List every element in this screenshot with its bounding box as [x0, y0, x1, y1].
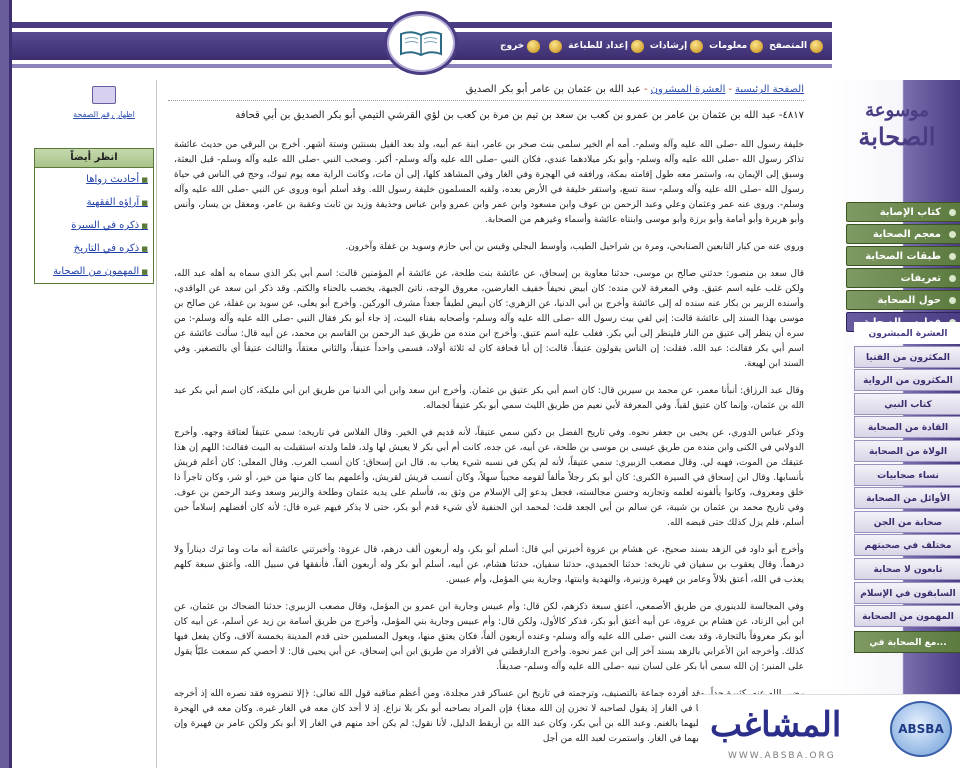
header-stripe-lower [12, 64, 960, 68]
blank-icon [549, 39, 563, 53]
toolbar-label: إرشادات [649, 41, 688, 51]
see-also-history[interactable]: ذكره في التاريخ [35, 237, 153, 260]
banner-logo-text: المشاغب [710, 705, 842, 745]
see-also-important[interactable]: المهمون من الصحابة [35, 260, 153, 283]
nav-item-isaba[interactable]: كتاب الإصابة [846, 202, 960, 222]
browser-icon [810, 39, 824, 53]
article-body: خليفة رسول الله -صلى الله عليه وآله وسلم… [174, 138, 804, 759]
breadcrumb: الصفحة الرئيسية-العشرة المبشرون-عبد الله… [168, 84, 804, 95]
article-paragraph: وفي المجالسة للدينوري من طريق الأصمعي، أ… [174, 602, 804, 672]
breadcrumb-divider [168, 100, 804, 102]
subnav-item[interactable]: المكثرون من الرواية [854, 369, 960, 392]
see-also-box: انظر أيضاً أحاديث رواها آراؤه الفقهية ذك… [34, 148, 154, 284]
entry-title: ٤٨١٧- عبد الله بن عثمان بن عامر بن عمرو … [235, 110, 804, 121]
banner-url: WWW.ABSBA.ORG [728, 751, 836, 761]
subnav-item[interactable]: نساء صحابيات [854, 463, 960, 486]
subnav-item[interactable]: كتاب النبي [854, 392, 960, 415]
toolbar-guide[interactable]: إرشادات [649, 39, 704, 53]
article-paragraph: قال سعد بن منصور: حدثني صالح بن موسى، حد… [174, 269, 804, 369]
see-also-seerah[interactable]: ذكره في السيرة [35, 214, 153, 237]
subnav-item[interactable]: الأوائل من الصحابة [854, 487, 960, 510]
exit-icon [527, 39, 541, 53]
article-paragraph: خليفة رسول الله -صلى الله عليه وآله وسلم… [174, 140, 804, 225]
toolbar: المتصفح معلومات إرشادات إعداد للطباعة خر… [500, 36, 824, 56]
breadcrumb-current: عبد الله بن عثمان بن عامر أبو بكر الصديق [465, 84, 642, 95]
right-panel-top [832, 0, 960, 80]
toolbar-browser[interactable]: المتصفح [769, 39, 824, 53]
nav-item-definitions[interactable]: تعريفات [846, 268, 960, 288]
article-paragraph: وأخرج أبو داود في الزهد بسند صحيح، عن هش… [174, 545, 804, 585]
show-page-number-label[interactable]: اظهار رقم الصفحة [62, 110, 146, 119]
watermark-banner: المشاغب ABSBA WWW.ABSBA.ORG [698, 694, 960, 769]
see-also-fiqh[interactable]: آراؤه الفقهية [35, 191, 153, 214]
site-title-line2: الصحابة [858, 122, 936, 151]
see-also-title: انظر أيضاً [35, 149, 153, 168]
info-icon [750, 39, 764, 53]
nav-item-dictionary[interactable]: معجم الصحابة [846, 224, 960, 244]
header-stripe [12, 22, 960, 28]
book-logo[interactable] [387, 14, 455, 72]
site-title: موسوعة الصحابة [842, 100, 952, 152]
nav-item-classes[interactable]: طبقات الصحابة [846, 246, 960, 266]
toolbar-label: معلومات [709, 41, 748, 51]
toolbar-label: المتصفح [769, 41, 808, 51]
subnav-item[interactable]: العشرة المبشرون [854, 322, 960, 344]
toolbar-print-setup[interactable]: إعداد للطباعة [568, 39, 644, 53]
banner-badge-icon: ABSBA [890, 701, 952, 757]
article-paragraph: وقال عبد الرزاق: أنبأنا معمر، عن محمد بن… [174, 386, 804, 411]
subnav-item-more[interactable]: مع الصحابة في... [854, 631, 960, 654]
right-nav-panel: موسوعة الصحابة كتاب الإصابة معجم الصحابة… [832, 0, 960, 768]
toolbar-info[interactable]: معلومات [709, 39, 764, 53]
book-icon [92, 86, 116, 104]
show-page-number[interactable]: اظهار رقم الصفحة [62, 86, 146, 119]
article-paragraph: وروى عنه من كبار التابعين الصنابحي، ومرة… [345, 242, 804, 252]
print-icon [630, 39, 644, 53]
subnav-item[interactable]: صحابة من الجن [854, 510, 960, 533]
left-frame [0, 0, 12, 768]
guide-icon [690, 39, 704, 53]
subnav-item[interactable]: الولاة من الصحابة [854, 439, 960, 462]
see-also-hadith[interactable]: أحاديث رواها [35, 168, 153, 191]
toolbar-label: خروج [500, 41, 525, 51]
site-title-line1: موسوعة [865, 100, 929, 121]
index-subnav: العشرة المبشرون المكثرون من الفتيا المكث… [854, 322, 960, 655]
main-nav: كتاب الإصابة معجم الصحابة طبقات الصحابة … [846, 202, 960, 334]
toolbar-exit[interactable]: خروج [500, 39, 541, 53]
left-column: اظهار رقم الصفحة انظر أيضاً أحاديث رواها… [12, 80, 157, 768]
subnav-item[interactable]: السابقون في الإسلام [854, 581, 960, 604]
subnav-item[interactable]: تابعون لا صحابة [854, 557, 960, 580]
subnav-item[interactable]: المكثرون من الفتيا [854, 345, 960, 368]
breadcrumb-separator: - [644, 84, 648, 95]
article-paragraph: وذكر عباس الدوري، عن يحيى بن جعفر نحوه. … [174, 428, 804, 528]
toolbar-label: إعداد للطباعة [568, 41, 628, 51]
breadcrumb-home[interactable]: الصفحة الرئيسية [735, 84, 804, 95]
subnav-item[interactable]: القادة من الصحابة [854, 416, 960, 439]
top-header: المتصفح معلومات إرشادات إعداد للطباعة خر… [12, 0, 960, 80]
breadcrumb-section[interactable]: العشرة المبشرون [651, 84, 726, 95]
breadcrumb-separator: - [728, 84, 732, 95]
nav-item-about[interactable]: حول الصحابة [846, 290, 960, 310]
open-book-icon [400, 31, 442, 57]
subnav-item[interactable]: مختلف في صحبتهم [854, 534, 960, 557]
toolbar-blank[interactable] [546, 39, 563, 53]
main-content: الصفحة الرئيسية-العشرة المبشرون-عبد الله… [168, 80, 804, 768]
subnav-item[interactable]: المهمون من الصحابة [854, 605, 960, 628]
